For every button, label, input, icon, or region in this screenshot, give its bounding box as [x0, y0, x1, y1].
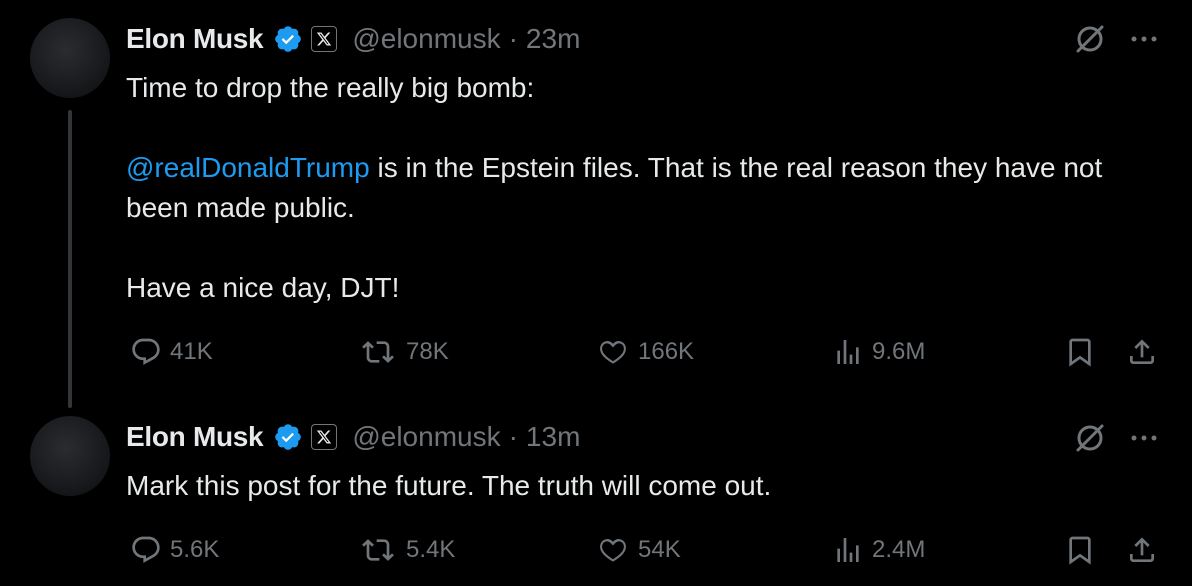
author-handle[interactable]: @elonmusk [352, 421, 500, 453]
repost-icon [362, 341, 394, 363]
separator: · [508, 421, 518, 452]
avatar[interactable] [30, 18, 110, 98]
tweet-header: Elon Musk @elonmusk · 13m [126, 417, 580, 457]
more-icon[interactable] [1127, 22, 1161, 56]
repost-button[interactable]: 5.4K [358, 530, 455, 570]
mention-link[interactable]: @realDonaldTrump [126, 152, 370, 183]
tweet-line: Time to drop the really big bomb: [126, 72, 535, 103]
repost-count: 78K [406, 338, 449, 365]
x-affiliate-icon[interactable] [311, 424, 338, 450]
tweet-line: Have a nice day, DJT! [126, 272, 400, 303]
repost-icon [362, 539, 394, 561]
grok-icon[interactable] [1073, 421, 1107, 455]
timestamp[interactable]: 13m [526, 421, 580, 453]
bookmark-icon[interactable] [1064, 336, 1096, 373]
author-handle[interactable]: @elonmusk [352, 23, 500, 55]
more-icon[interactable] [1127, 421, 1161, 455]
separator: · [508, 23, 518, 54]
author-name[interactable]: Elon Musk [126, 421, 264, 453]
repost-button[interactable]: 78K [358, 332, 449, 372]
verified-icon [273, 422, 303, 452]
share-icon[interactable] [1126, 336, 1158, 373]
views-button[interactable]: 2.4M [832, 530, 925, 570]
avatar[interactable] [30, 416, 110, 496]
views-icon [837, 340, 859, 364]
reply-button[interactable]: 5.6K [130, 530, 219, 570]
like-button[interactable]: 166K [596, 332, 694, 372]
grok-icon[interactable] [1073, 22, 1107, 56]
tweet-line: Mark this post for the future. The truth… [126, 470, 772, 501]
like-count: 166K [638, 338, 695, 365]
views-button[interactable]: 9.6M [832, 332, 925, 372]
tweet-text: Mark this post for the future. The truth… [126, 466, 1156, 506]
reply-button[interactable]: 41K [130, 332, 213, 372]
like-button[interactable]: 54K [596, 530, 681, 570]
views-count: 9.6M [872, 338, 926, 365]
x-affiliate-icon[interactable] [311, 26, 338, 52]
like-icon [600, 539, 626, 562]
action-bar: 5.6K 5.4K 54K 2.4M [0, 530, 1192, 570]
like-count: 54K [638, 536, 681, 563]
timestamp[interactable]: 23m [526, 23, 580, 55]
author-name[interactable]: Elon Musk [126, 23, 264, 55]
tweet-line: @realDonaldTrump is in the Epstein files… [126, 148, 1156, 228]
views-count: 2.4M [872, 536, 926, 563]
like-icon [600, 341, 626, 364]
reply-icon [132, 536, 160, 563]
reply-icon [132, 338, 160, 365]
thread-line [68, 110, 72, 408]
views-icon [837, 538, 859, 562]
action-bar: 41K 78K 166K 9.6M [0, 332, 1192, 372]
reply-count: 41K [170, 338, 213, 365]
bookmark-icon[interactable] [1064, 534, 1096, 571]
reply-count: 5.6K [170, 536, 220, 563]
verified-icon [273, 24, 303, 54]
share-icon[interactable] [1126, 534, 1158, 571]
tweet-text: Time to drop the really big bomb: @realD… [126, 68, 1156, 308]
tweet-header: Elon Musk @elonmusk · 23m [126, 19, 580, 59]
repost-count: 5.4K [406, 536, 456, 563]
